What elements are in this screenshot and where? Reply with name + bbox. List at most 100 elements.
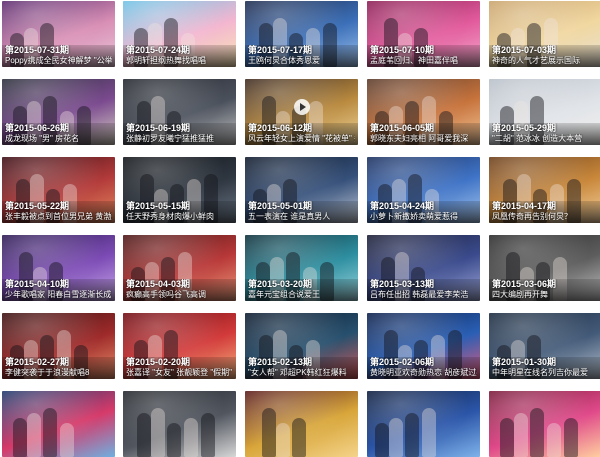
episode-title[interactable]: "女人帮" 邓超PK韩红狂爆料 — [248, 368, 355, 378]
episode-caption: 第2015-07-31期 Poppy携成全民女神解梦 "公举病" — [2, 45, 115, 67]
episode-period: 第2015-03-20期 — [248, 279, 313, 289]
episode-thumbnail[interactable]: 第2015-04-03期 疯癫高手领吗谷飞高调 — [123, 235, 236, 301]
episode-caption: 第2015-02-06期黄晓明亚欢奇勋热恋 胡彦斌过感情 — [367, 357, 480, 379]
episode-period: 第2015-07-31期 — [5, 45, 70, 55]
performer-silhouette — [167, 423, 181, 457]
episode-title[interactable]: 四大编剧再开舞 — [492, 290, 599, 300]
episode-period: 第2015-04-03期 — [126, 279, 191, 289]
episode-caption: 第2015-05-29期 "二胡" 范冰冰 创造大本营 — [489, 123, 600, 145]
episode-period: 第2015-06-26期 — [5, 123, 70, 133]
episode-thumbnail[interactable] — [245, 391, 358, 457]
episode-thumbnail[interactable]: 第2015-04-17期 凤凰传奇再告别何炅？ — [489, 157, 600, 223]
episode-caption: 第2015-03-06期 四大编剧再开舞 — [489, 279, 600, 301]
episode-thumbnail[interactable]: 第2015-05-15期 任天野秀身材肉爆小鲜肉 — [123, 157, 236, 223]
episode-title[interactable]: 李健突袭于于浪漫献唱8 — [5, 368, 112, 378]
episode-period: 第2015-05-01期 — [248, 201, 313, 211]
episode-thumbnail[interactable]: 第2015-01-30期 中年明星在线名列吉你最爱 — [489, 313, 600, 379]
episode-title[interactable]: 张嘉译 "女友" 张靓颖登 "假期" — [126, 368, 233, 378]
episode-thumbnail[interactable]: 第2015-05-01期 五一表演在 谁是真男人 — [245, 157, 358, 223]
episode-title[interactable]: 张丰毅被点到首位男兄弟 黄渤热情搞笑全能 — [5, 212, 112, 222]
episode-caption: 第2015-04-10期 少年歌唱家 阳春白雪逐渐长成 — [2, 279, 115, 301]
episode-thumbnail[interactable]: 第2015-03-20期 嘉年元宝组合说爱王 — [245, 235, 358, 301]
episode-period: 第2015-04-10期 — [5, 279, 70, 289]
episode-thumbnail[interactable]: 第2015-04-10期 少年歌唱家 阳春白雪逐渐长成 — [2, 235, 115, 301]
episode-thumbnail[interactable]: 第2015-06-12期 风云年轻女上演爱情 "花被单" 秀 — [245, 79, 358, 145]
episode-thumbnail[interactable]: 第2015-07-03期 神奇的人气才艺展示国际 — [489, 1, 600, 67]
episode-thumbnail[interactable]: 第2015-05-29期 "二胡" 范冰冰 创造大本营 — [489, 79, 600, 145]
play-icon[interactable] — [294, 99, 310, 115]
episode-thumbnail[interactable] — [489, 391, 600, 457]
episode-caption: 第2015-07-24期 郭明轩担纲热舞找唱唱 — [123, 45, 236, 67]
episode-title[interactable]: 郭晓东夫妇亮相 阿哥爱我深 — [370, 134, 477, 144]
episode-thumbnail[interactable]: 第2015-06-26期 成龙现场 "男" 房花名 — [2, 79, 115, 145]
performer-silhouette — [201, 413, 215, 457]
performer-silhouette — [43, 408, 57, 457]
episode-title[interactable]: 任天野秀身材肉爆小鲜肉 — [126, 212, 233, 222]
episode-title[interactable]: Poppy携成全民女神解梦 "公举病" — [5, 56, 112, 66]
episode-period: 第2015-06-12期 — [248, 123, 313, 133]
episode-period: 第2015-06-05期 — [370, 123, 435, 133]
episode-thumbnail[interactable] — [367, 391, 480, 457]
episode-caption: 第2015-06-19期 张静初罗友曦宁猛推猛推 — [123, 123, 236, 145]
episode-period: 第2015-05-15期 — [126, 201, 191, 211]
episode-thumbnail[interactable]: 第2015-07-10期 孟庭苇回归、神田嘉伴唱 — [367, 1, 480, 67]
episode-caption: 第2015-05-01期 五一表演在 谁是真男人 — [245, 201, 358, 223]
episode-title[interactable]: 少年歌唱家 阳春白雪逐渐长成 — [5, 290, 112, 300]
episode-title[interactable]: 神奇的人气才艺展示国际 — [492, 56, 599, 66]
episode-caption: 第2015-07-17期 王鸥何炅合体秀恩爱 — [245, 45, 358, 67]
performer-silhouette — [422, 408, 436, 457]
episode-title[interactable]: 小萝卜新撒娇卖萌爱惹得 — [370, 212, 477, 222]
episode-title[interactable]: 郭明轩担纲热舞找唱唱 — [126, 56, 233, 66]
episode-title[interactable]: 孟庭苇回归、神田嘉伴唱 — [370, 56, 477, 66]
episode-title[interactable]: "二胡" 范冰冰 创造大本营 — [492, 134, 599, 144]
episode-caption: 第2015-03-13期 吕布任出招 韩磊最爱李荣浩 — [367, 279, 480, 301]
episode-caption: 第2015-02-13期 "女人帮" 邓超PK韩红狂爆料 — [245, 357, 358, 379]
episode-title[interactable]: 五一表演在 谁是真男人 — [248, 212, 355, 222]
episode-thumbnail[interactable]: 第2015-02-27期 李健突袭于于浪漫献唱8 — [2, 313, 115, 379]
episode-title[interactable]: 王鸥何炅合体秀恩爱 — [248, 56, 355, 66]
performer-silhouette — [292, 418, 306, 457]
episode-caption: 第2015-04-17期 凤凰传奇再告别何炅？ — [489, 201, 600, 223]
episode-caption: 第2015-04-24期 小萝卜新撒娇卖萌爱惹得 — [367, 201, 480, 223]
episode-caption: 第2015-03-20期 嘉年元宝组合说爱王 — [245, 279, 358, 301]
episode-thumbnail[interactable] — [123, 391, 236, 457]
episode-period: 第2015-02-27期 — [5, 357, 70, 367]
performer-silhouette — [13, 418, 27, 457]
episode-title[interactable]: 黄晓明亚欢奇勋热恋 胡彦斌过感情 — [370, 368, 477, 378]
episode-caption: 第2015-06-26期 成龙现场 "男" 房花名 — [2, 123, 115, 145]
episode-title[interactable]: 疯癫高手领吗谷飞高调 — [126, 290, 233, 300]
episode-thumbnail[interactable] — [2, 391, 115, 457]
performer-silhouette — [60, 423, 74, 457]
episode-period: 第2015-02-20期 — [126, 357, 191, 367]
episode-period: 第2015-07-17期 — [248, 45, 313, 55]
episode-thumbnail[interactable]: 第2015-04-24期 小萝卜新撒娇卖萌爱惹得 — [367, 157, 480, 223]
episode-title[interactable]: 中年明星在线名列吉你最爱 — [492, 368, 599, 378]
episode-thumbnail[interactable]: 第2015-02-13期 "女人帮" 邓超PK韩红狂爆料 — [245, 313, 358, 379]
episode-thumbnail[interactable]: 第2015-07-24期 郭明轩担纲热舞找唱唱 — [123, 1, 236, 67]
episode-period: 第2015-04-17期 — [492, 201, 557, 211]
performer-silhouette — [137, 413, 151, 457]
episode-title[interactable]: 吕布任出招 韩磊最爱李荣浩 — [370, 290, 477, 300]
episode-thumbnail[interactable]: 第2015-07-31期 Poppy携成全民女神解梦 "公举病" — [2, 1, 115, 67]
performer-silhouette — [389, 418, 403, 457]
episode-thumbnail[interactable]: 第2015-06-05期 郭晓东夫妇亮相 阿哥爱我深 — [367, 79, 480, 145]
episode-thumbnail[interactable]: 第2015-02-20期 张嘉译 "女友" 张靓颖登 "假期" — [123, 313, 236, 379]
episode-title[interactable]: 张静初罗友曦宁猛推猛推 — [126, 134, 233, 144]
episode-title[interactable]: 风云年轻女上演爱情 "花被单" 秀 — [248, 134, 355, 144]
episode-thumbnail[interactable]: 第2015-07-17期 王鸥何炅合体秀恩爱 — [245, 1, 358, 67]
performer-silhouette — [262, 408, 276, 457]
episode-title[interactable]: 嘉年元宝组合说爱王 — [248, 290, 355, 300]
performer-silhouette — [564, 418, 578, 457]
episode-period: 第2015-04-24期 — [370, 201, 435, 211]
episode-title[interactable]: 凤凰传奇再告别何炅？ — [492, 212, 599, 222]
episode-title[interactable]: 成龙现场 "男" 房花名 — [5, 134, 112, 144]
episode-caption: 第2015-06-12期 风云年轻女上演爱情 "花被单" 秀 — [245, 123, 358, 145]
episode-period: 第2015-03-13期 — [370, 279, 435, 289]
episode-caption: 第2015-06-05期 郭晓东夫妇亮相 阿哥爱我深 — [367, 123, 480, 145]
episode-thumbnail[interactable]: 第2015-02-06期黄晓明亚欢奇勋热恋 胡彦斌过感情 — [367, 313, 480, 379]
episode-thumbnail[interactable]: 第2015-05-22期张丰毅被点到首位男兄弟 黄渤热情搞笑全能 — [2, 157, 115, 223]
episode-thumbnail[interactable]: 第2015-06-19期 张静初罗友曦宁猛推猛推 — [123, 79, 236, 145]
episode-thumbnail[interactable]: 第2015-03-13期 吕布任出招 韩磊最爱李荣浩 — [367, 235, 480, 301]
episode-period: 第2015-02-06期 — [370, 357, 435, 367]
episode-thumbnail[interactable]: 第2015-03-06期 四大编剧再开舞 — [489, 235, 600, 301]
